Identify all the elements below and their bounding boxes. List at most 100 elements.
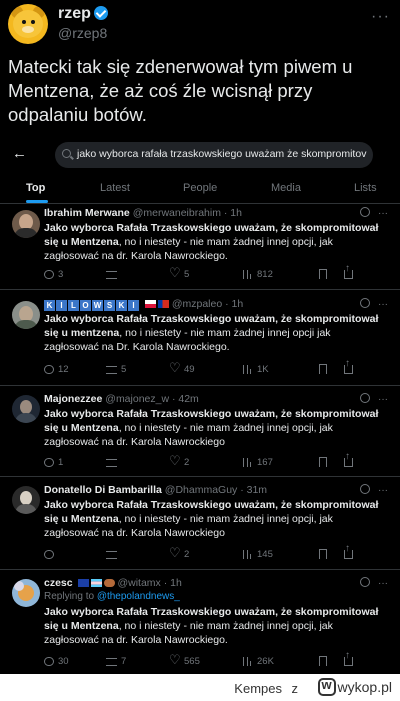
avatar[interactable] <box>12 486 40 514</box>
tweet-body: Jako wyborca Rafała Trzaskowskiego uważa… <box>44 221 388 263</box>
repost-count: 5 <box>121 364 127 375</box>
share-button[interactable] <box>344 358 357 375</box>
share-button[interactable] <box>344 543 357 560</box>
reply-button[interactable]: 1 <box>44 457 63 468</box>
repost-button[interactable]: 7 <box>106 656 126 667</box>
reply-button[interactable]: 12 <box>44 364 69 375</box>
bookmark-button[interactable] <box>319 457 331 468</box>
author-handle-time[interactable]: @majonez_w · 42m <box>105 393 199 405</box>
avatar[interactable] <box>12 301 40 329</box>
like-button[interactable]: 2 <box>169 453 189 469</box>
share-button[interactable] <box>344 650 357 667</box>
grok-icon[interactable] <box>360 207 370 217</box>
author-name[interactable]: czesc <box>44 577 73 589</box>
view-count: 26K <box>257 656 274 667</box>
bookmark-button[interactable] <box>319 364 331 375</box>
more-options-icon[interactable]: ··· <box>378 578 388 589</box>
like-button[interactable]: 2 <box>169 545 189 561</box>
more-options-icon[interactable]: ··· <box>378 208 388 219</box>
back-arrow-icon[interactable]: ← <box>12 145 27 162</box>
like-button[interactable]: 565 <box>169 652 200 668</box>
author-handle-time[interactable]: @witamx · 1h <box>117 577 181 589</box>
view-count: 145 <box>257 549 273 560</box>
tweet-header: Majonezzee @majonez_w · 42m <box>44 393 199 405</box>
reply-button[interactable]: 3 <box>44 269 63 280</box>
repost-button[interactable]: 5 <box>106 364 126 375</box>
author-handle-time[interactable]: @mzpaleo · 1h <box>172 298 243 310</box>
share-icon <box>344 650 353 666</box>
tab-lists[interactable]: Lists <box>354 182 377 194</box>
author-name[interactable]: Ibrahim Merwane <box>44 207 130 219</box>
reply-button[interactable] <box>44 549 58 560</box>
views-button[interactable]: 26K <box>243 656 274 667</box>
like-button[interactable]: 49 <box>169 360 195 376</box>
tweet-actions: 2 145 <box>44 543 388 563</box>
view-count: 812 <box>257 269 273 280</box>
bookmark-button[interactable] <box>319 656 331 667</box>
avatar[interactable] <box>12 210 40 238</box>
tab-media[interactable]: Media <box>271 182 301 194</box>
like-count: 5 <box>184 269 190 280</box>
bookmark-button[interactable] <box>319 269 331 280</box>
views-icon <box>243 657 253 666</box>
avatar-face <box>20 491 32 505</box>
repost-icon <box>106 459 117 467</box>
more-options-icon[interactable]: ··· <box>371 8 390 26</box>
wykop-footer: Kempes z wykop.pl <box>0 674 400 701</box>
search-result-tweet[interactable]: Ibrahim Merwane @merwaneibrahim · 1h ···… <box>0 204 400 290</box>
bookmark-icon <box>319 364 327 374</box>
views-button[interactable]: 167 <box>243 457 273 468</box>
grok-icon[interactable] <box>360 484 370 494</box>
more-options-icon[interactable]: ··· <box>378 394 388 405</box>
search-input[interactable]: jako wyborca rafała trzaskowskiego uważa… <box>55 142 373 168</box>
views-button[interactable]: 145 <box>243 549 273 560</box>
like-button[interactable]: 5 <box>169 265 190 281</box>
reply-count: 12 <box>58 364 69 375</box>
repost-button[interactable] <box>106 549 121 560</box>
repost-button[interactable] <box>106 457 121 468</box>
eu-flag-icon <box>77 579 89 587</box>
author-name-text[interactable]: rzep <box>58 5 91 22</box>
footer-connector: z <box>291 681 299 696</box>
more-options-icon[interactable]: ··· <box>378 299 388 310</box>
reply-count: 3 <box>58 269 64 280</box>
views-button[interactable]: 1K <box>243 364 269 375</box>
search-result-tweet[interactable]: Donatello Di Bambarilla @DhammaGuy · 31m… <box>0 478 400 570</box>
grok-icon[interactable] <box>360 298 370 308</box>
search-result-tweet[interactable]: Majonezzee @majonez_w · 42m ··· Jako wyb… <box>0 387 400 477</box>
more-options-icon[interactable]: ··· <box>378 485 388 496</box>
share-button[interactable] <box>344 263 357 280</box>
author-handle-time[interactable]: @merwaneibrahim · 1h <box>133 207 242 219</box>
share-button[interactable] <box>344 451 357 468</box>
reply-button[interactable]: 30 <box>44 656 69 667</box>
reply-handle-link[interactable]: @thepolandnews_ <box>97 591 180 602</box>
like-count: 49 <box>184 364 195 375</box>
search-query[interactable]: jako wyborca rafała trzaskowskiego uważa… <box>77 148 366 160</box>
author-name[interactable]: Majonezzee <box>44 393 102 405</box>
author-name-letters[interactable]: KILOWSKI <box>44 298 143 311</box>
views-icon <box>243 270 253 279</box>
tab-latest[interactable]: Latest <box>100 182 130 194</box>
avatar[interactable] <box>12 579 40 607</box>
author-name[interactable]: Donatello Di Bambarilla <box>44 484 162 496</box>
avatar[interactable] <box>12 395 40 423</box>
tweet-body: Jako wyborca Rafała Trzaskowskiego uważa… <box>44 407 388 449</box>
grok-icon[interactable] <box>360 577 370 587</box>
tab-people[interactable]: People <box>183 182 217 194</box>
search-result-tweet[interactable]: KILOWSKI @mzpaleo · 1h ··· Jako wyborca … <box>0 291 400 386</box>
avatar[interactable] <box>8 4 48 44</box>
author-handle[interactable]: @rzep8 <box>58 25 107 41</box>
tweet-options: ··· <box>360 577 388 589</box>
views-button[interactable]: 812 <box>243 269 273 280</box>
grok-icon[interactable] <box>360 393 370 403</box>
author-handle-time[interactable]: @DhammaGuy · 31m <box>165 484 267 496</box>
letter-block: I <box>56 300 67 311</box>
bookmark-button[interactable] <box>319 549 331 560</box>
search-result-tweet[interactable]: czesc @witamx · 1h ··· Replying to @thep… <box>0 571 400 674</box>
author-name[interactable]: rzep <box>58 5 108 23</box>
bear-face <box>13 10 43 38</box>
replying-to: Replying to @thepolandnews_ <box>44 591 180 602</box>
tab-top[interactable]: Top <box>26 182 45 194</box>
repost-button[interactable] <box>106 269 121 280</box>
avatar-hair <box>14 581 24 591</box>
